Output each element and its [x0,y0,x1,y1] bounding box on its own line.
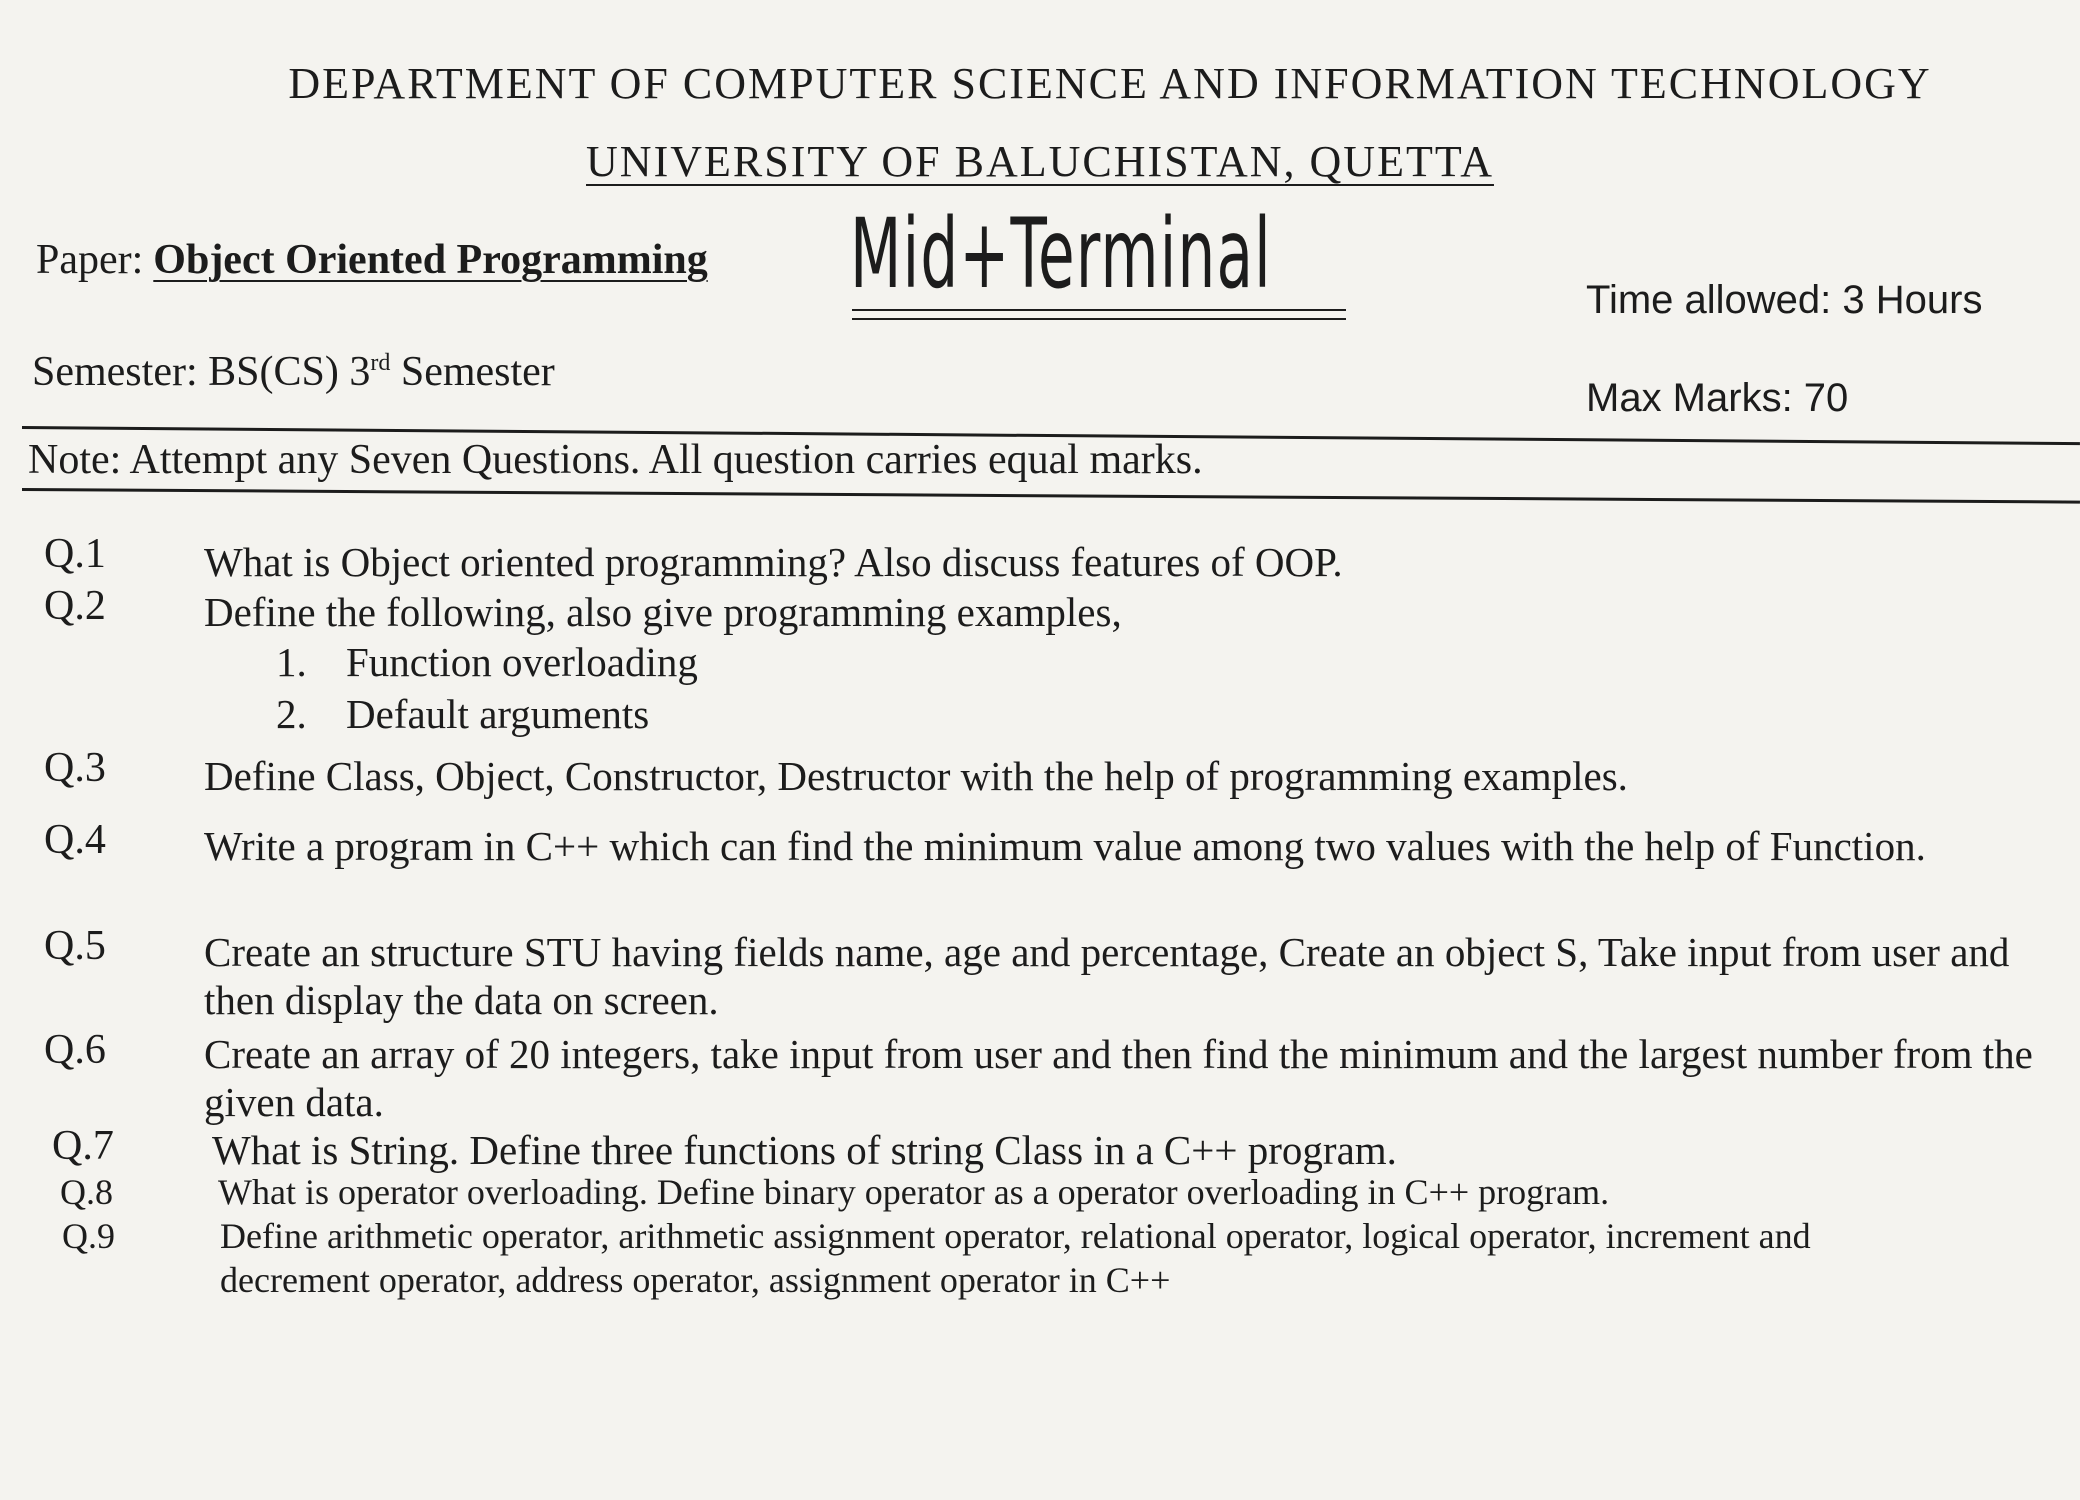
list-item-text: Default arguments [346,691,650,737]
paper-title: Object Oriented Programming [153,237,708,283]
question-text: What is Object oriented programming? Als… [204,539,1343,585]
question-label: Q.1 [44,531,106,577]
question-text: Create an array of 20 integers, take inp… [204,1031,2033,1125]
time-allowed: Time allowed: 3 Hours [1586,278,1983,322]
max-marks: Max Marks: 70 [1586,376,1849,420]
question-text: Write a program in C++ which can find th… [204,823,1926,869]
department-heading: DEPARTMENT OF COMPUTER SCIENCE AND INFOR… [288,59,1932,108]
university-heading: UNIVERSITY OF BALUCHISTAN, QUETTA [0,136,2080,187]
question-text: Create an structure STU having fields na… [204,929,2010,1023]
question-text: Define arithmetic operator, arithmetic a… [220,1216,1811,1300]
list-item: 1. Function overloading [276,638,698,686]
semester-prefix: Semester: BS(CS) 3 [32,349,371,395]
question-text: What is String. Define three functions o… [212,1127,1397,1173]
university-name: UNIVERSITY OF BALUCHISTAN, QUETTA [586,137,1494,186]
question-label: Q.3 [44,745,106,791]
exam-type-underline-second [852,318,1346,320]
question-label: Q.5 [44,923,106,969]
exam-type-underline [852,309,1346,311]
question-text: Define Class, Object, Constructor, Destr… [204,753,1628,799]
semester-field: Semester: BS(CS) 3rd Semester [32,348,555,396]
question-text: Define the following, also give programm… [204,589,1122,635]
list-item-number: 1. [276,639,307,685]
instructions-note: Note: Attempt any Seven Questions. All q… [28,437,1203,483]
paper-label: Paper: [36,237,144,283]
divider-bottom [21,488,2080,504]
question-label: Q.8 [60,1172,113,1212]
paper-field: Paper: Object Oriented Programming [36,236,708,284]
question-label: Q.6 [44,1027,106,1073]
question-label: Q.4 [44,817,106,863]
semester-ordinal: rd [370,350,391,376]
list-item-text: Function overloading [346,639,698,685]
question-label: Q.9 [62,1216,115,1256]
list-item-number: 2. [276,691,307,737]
question-label: Q.2 [44,583,106,629]
list-item: 2. Default arguments [276,690,649,738]
semester-suffix: Semester [390,349,555,395]
question-text: What is operator overloading. Define bin… [218,1172,1610,1212]
exam-type-handwritten: Mid+Terminal [850,198,1272,310]
exam-paper: DEPARTMENT OF COMPUTER SCIENCE AND INFOR… [0,0,2080,1500]
question-label: Q.7 [52,1123,114,1169]
